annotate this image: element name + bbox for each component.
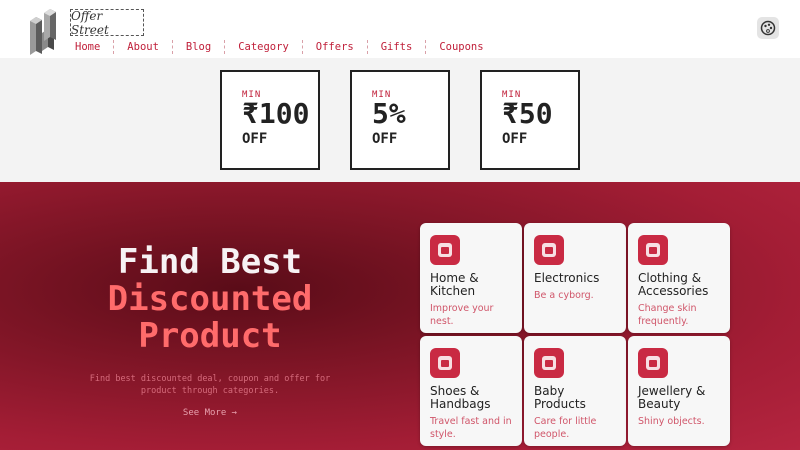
category-badge-icon — [638, 348, 668, 378]
category-name: Clothing & Accessories — [638, 271, 709, 298]
site-header: Offer Street Home About Blog Category Of… — [0, 0, 800, 58]
hero-title-line3: Product — [138, 316, 282, 356]
offers-band: MIN ₹100 OFF MIN 5% OFF MIN ₹50 OFF — [0, 58, 800, 182]
category-card-shoes[interactable]: Shoes & Handbags Travel fast and in styl… — [420, 336, 522, 446]
category-name: Shoes & Handbags — [430, 384, 491, 411]
hero-subtitle: Find best discounted deal, coupon and of… — [89, 374, 331, 396]
nav-coupons[interactable]: Coupons — [426, 40, 496, 54]
nav-blog[interactable]: Blog — [173, 40, 226, 54]
hero-title-line2: Discounted — [107, 279, 313, 319]
nav-about[interactable]: About — [114, 40, 173, 54]
category-desc: Shiny objects. — [638, 416, 705, 427]
category-badge-icon — [430, 235, 460, 265]
category-card-baby[interactable]: Baby Products Care for little people. — [524, 336, 626, 446]
offer-value: ₹100 — [242, 97, 310, 130]
category-card-jewellery[interactable]: Jewellery & Beauty Shiny objects. — [628, 336, 730, 446]
category-name: Home & Kitchen — [430, 271, 479, 298]
main-nav: Home About Blog Category Offers Gifts Co… — [62, 40, 497, 54]
category-card-electronics[interactable]: Electronics Be a cyborg. — [524, 223, 626, 333]
category-name: Jewellery & Beauty — [638, 384, 706, 411]
logo-icon[interactable] — [26, 7, 60, 59]
nav-offers[interactable]: Offers — [303, 40, 368, 54]
category-name: Electronics — [534, 271, 600, 285]
palette-icon — [760, 20, 776, 36]
category-name: Baby Products — [534, 384, 586, 411]
offer-card[interactable]: MIN ₹50 OFF — [480, 70, 580, 170]
hero-title-line1: Find Best — [117, 242, 303, 282]
offer-off-label: OFF — [372, 131, 398, 147]
nav-gifts[interactable]: Gifts — [368, 40, 427, 54]
offer-off-label: OFF — [502, 131, 528, 147]
category-card-home-kitchen[interactable]: Home & Kitchen Improve your nest. — [420, 223, 522, 333]
brand-name[interactable]: Offer Street — [70, 9, 144, 37]
nav-category[interactable]: Category — [225, 40, 303, 54]
category-badge-icon — [638, 235, 668, 265]
category-desc: Be a cyborg. — [534, 290, 594, 301]
offer-off-label: OFF — [242, 131, 268, 147]
category-desc: Change skin frequently. — [638, 303, 697, 327]
category-card-clothing[interactable]: Clothing & Accessories Change skin frequ… — [628, 223, 730, 333]
category-desc: Improve your nest. — [430, 303, 494, 327]
offer-card[interactable]: MIN 5% OFF — [350, 70, 450, 170]
category-badge-icon — [534, 348, 564, 378]
category-desc: Travel fast and in style. — [430, 416, 512, 440]
hero-title: Find Best Discounted Product — [60, 244, 360, 355]
offer-card[interactable]: MIN ₹100 OFF — [220, 70, 320, 170]
offer-value: ₹50 — [502, 97, 553, 130]
offer-value: 5% — [372, 97, 406, 130]
see-more-link[interactable]: See More → — [150, 408, 270, 418]
theme-toggle-button[interactable] — [757, 17, 779, 39]
category-desc: Care for little people. — [534, 416, 597, 440]
nav-home[interactable]: Home — [62, 40, 115, 54]
category-badge-icon — [430, 348, 460, 378]
category-badge-icon — [534, 235, 564, 265]
